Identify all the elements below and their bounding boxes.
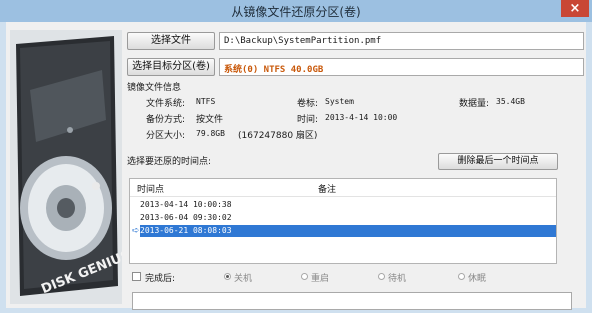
timepoint-list[interactable]: 时间点 备注 2013-04-14 10:00:38 2013-06-04 09…: [129, 178, 557, 264]
time-value: 2013-4-14 10:00: [325, 113, 398, 122]
shutdown-radio[interactable]: [224, 273, 231, 280]
disk-genius-hdd-image: DISK GENIUS: [10, 30, 122, 304]
delete-last-timepoint-button[interactable]: 删除最后一个时间点: [438, 153, 558, 170]
select-target-partition-button[interactable]: 选择目标分区(卷): [127, 58, 215, 76]
target-partition-field[interactable]: 系统(0) NTFS 40.0GB: [219, 58, 584, 76]
timepoint-list-header: 时间点 备注: [130, 179, 556, 197]
volume-value: System: [325, 97, 354, 106]
timepoint-row[interactable]: 2013-04-14 10:00:38: [140, 199, 556, 211]
backup-mode-label: 备份方式:: [146, 115, 186, 125]
select-file-button[interactable]: 选择文件: [127, 32, 215, 50]
restore-dialog: 从镜像文件还原分区(卷) × DISK GENIUS 选择文件 D:\Backu…: [0, 0, 592, 313]
fs-value: NTFS: [196, 97, 216, 106]
after-completion-label: 完成后:: [145, 274, 176, 284]
standby-radio[interactable]: [378, 273, 385, 280]
data-size-label: 数据量:: [459, 99, 490, 109]
timepoint-row[interactable]: 2013-06-04 09:30:02: [140, 212, 556, 224]
shutdown-label: 关机: [234, 274, 253, 284]
column-note[interactable]: 备注: [318, 182, 336, 195]
column-time[interactable]: 时间点: [137, 182, 164, 195]
partition-size-label: 分区大小:: [146, 131, 186, 141]
progress-status-box: [132, 292, 572, 310]
data-size-value: 35.4GB: [496, 97, 525, 106]
volume-label: 卷标:: [297, 99, 319, 109]
image-info-heading: 镜像文件信息: [127, 83, 182, 93]
hibernate-radio[interactable]: [458, 273, 465, 280]
sector-count: (167247880 扇区): [238, 131, 318, 141]
timepoint-heading: 选择要还原的时间点:: [127, 157, 212, 167]
partition-size-value: 79.8GB: [196, 129, 225, 138]
standby-label: 待机: [388, 274, 407, 284]
restart-label: 重启: [311, 274, 330, 284]
close-button[interactable]: ×: [561, 0, 589, 17]
title-bar: 从镜像文件还原分区(卷) ×: [0, 0, 592, 22]
window-title: 从镜像文件还原分区(卷): [231, 5, 361, 19]
fs-label: 文件系统:: [146, 99, 186, 109]
image-file-path-field[interactable]: D:\Backup\SystemPartition.pmf: [219, 32, 584, 50]
dialog-body: DISK GENIUS 选择文件 D:\Backup\SystemPartiti…: [6, 22, 586, 310]
time-label: 时间:: [297, 115, 319, 125]
backup-mode-value: 按文件: [196, 115, 224, 125]
restart-radio[interactable]: [301, 273, 308, 280]
timepoint-row-selected[interactable]: 2013-06-21 08:08:03: [140, 225, 556, 237]
after-completion-checkbox[interactable]: [132, 272, 141, 281]
hibernate-label: 休眠: [468, 274, 487, 284]
